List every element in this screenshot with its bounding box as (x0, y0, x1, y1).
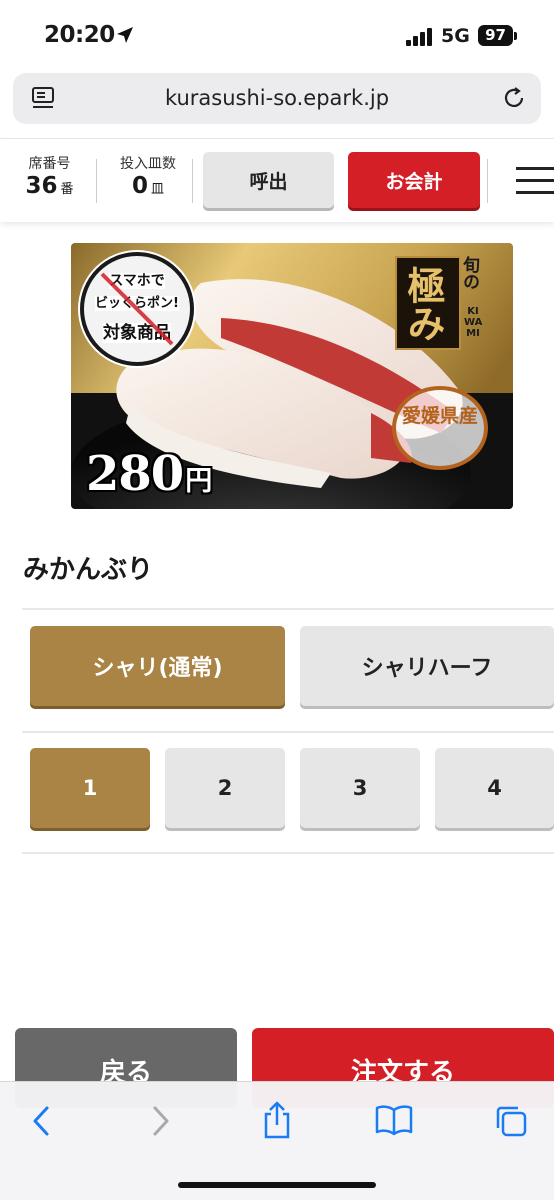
plates-unit: 皿 (151, 182, 165, 197)
hamburger-menu-icon[interactable] (516, 167, 554, 203)
app-header: 席番号 36 番 投入皿数 0皿 呼出 お会計 (0, 138, 554, 222)
seat-label: 席番号 (28, 156, 71, 172)
divider (22, 852, 554, 854)
battery-icon: 97 (478, 25, 513, 46)
divider (96, 159, 97, 203)
price-unit: 円 (185, 466, 212, 497)
seat-number: 36 (25, 173, 58, 199)
rice-option-half[interactable]: シャリハーフ (300, 626, 554, 706)
divider (487, 159, 488, 203)
network-type: 5G (441, 25, 470, 47)
home-indicator (178, 1182, 376, 1188)
plate-count-info: 投入皿数 0皿 (112, 153, 184, 199)
origin-stamp: 愛媛県産 (392, 386, 488, 470)
quantity-option-1[interactable]: 1 (30, 748, 150, 828)
quantity-option-3[interactable]: 3 (300, 748, 420, 828)
price-value: 280 (86, 446, 184, 502)
promo-badge: スマホで ビッくらポン! 対象商品 (80, 252, 194, 366)
checkout-button[interactable]: お会計 (348, 152, 480, 208)
seat-info: 席番号 36 番 (22, 153, 77, 199)
quantity-option-2[interactable]: 2 (165, 748, 285, 828)
no-symbol-icon (100, 272, 174, 346)
call-staff-button[interactable]: 呼出 (203, 152, 334, 208)
plates-label: 投入皿数 (120, 156, 176, 172)
kiwami-roman: KI WA MI (464, 306, 483, 339)
plates-count: 0 (131, 173, 148, 199)
seat-unit: 番 (60, 182, 74, 197)
address-bar[interactable]: kurasushi-so.epark.jp (13, 73, 541, 124)
season-text: 旬の (459, 256, 479, 290)
item-name: みかんぶり (23, 555, 154, 585)
divider (22, 608, 554, 610)
price-label: 280円 (86, 446, 212, 502)
location-arrow-icon (117, 27, 133, 43)
divider (22, 731, 554, 733)
back-arrow-icon[interactable] (28, 1104, 54, 1138)
tabs-icon[interactable] (494, 1104, 528, 1138)
quantity-option-4[interactable]: 4 (435, 748, 554, 828)
forward-arrow-icon[interactable] (148, 1104, 174, 1138)
kiwami-badge: 極み (395, 256, 461, 350)
share-icon[interactable] (261, 1100, 293, 1140)
url-text[interactable]: kurasushi-so.epark.jp (13, 86, 541, 110)
status-time: 20:20 (44, 22, 115, 48)
kiwami-text: 極み (401, 266, 446, 342)
reload-icon[interactable] (501, 85, 527, 111)
cellular-signal-icon (406, 28, 434, 46)
bookmarks-icon[interactable] (375, 1104, 413, 1136)
status-bar: 20:20 5G 97 (0, 0, 554, 70)
rice-option-regular[interactable]: シャリ(通常) (30, 626, 285, 706)
divider (192, 159, 193, 203)
